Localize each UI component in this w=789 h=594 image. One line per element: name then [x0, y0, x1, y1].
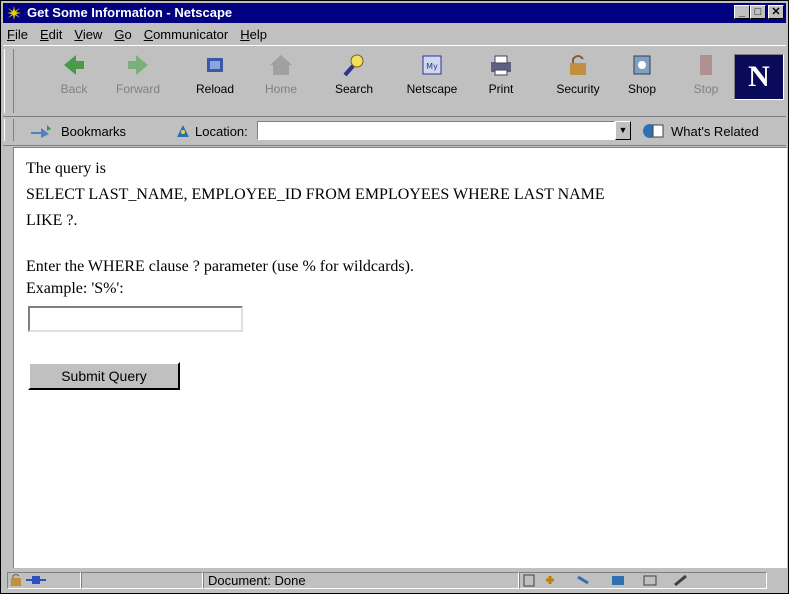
back-button[interactable]: Back [43, 50, 105, 112]
location-toolbar-grip[interactable] [4, 119, 14, 141]
toolbar-grip[interactable] [4, 49, 14, 113]
back-arrow-icon [64, 55, 84, 75]
navigation-toolbar: Back Forward Reload Home Search My Netsc… [3, 45, 786, 117]
security-button[interactable]: Security [547, 50, 609, 112]
home-button[interactable]: Home [250, 50, 312, 112]
stop-icon [700, 55, 712, 75]
menu-help[interactable]: Help [234, 25, 273, 43]
forward-arrow-icon [128, 55, 148, 75]
security-lock-icon[interactable] [8, 573, 48, 587]
window-title: Get Some Information - Netscape [27, 5, 233, 20]
shop-icon [633, 55, 651, 75]
minimize-button[interactable]: _ [734, 5, 750, 19]
forward-button[interactable]: Forward [107, 50, 169, 112]
menu-edit[interactable]: Edit [34, 25, 68, 43]
where-parameter-input[interactable] [28, 306, 243, 332]
menu-communicator[interactable]: Communicator [138, 25, 235, 43]
bookmarks-icon [31, 125, 51, 138]
page-content: The query is SELECT LAST_NAME, EMPLOYEE_… [13, 147, 787, 568]
location-toolbar: Bookmarks Location: ▼ What's Related [3, 117, 786, 146]
reload-button[interactable]: Reload [184, 50, 246, 112]
netscape-throbber-logo[interactable]: N [734, 54, 784, 100]
home-icon [270, 55, 292, 75]
status-progress-cell [81, 572, 203, 589]
status-bar: Document: Done [3, 571, 786, 591]
bookmarks-button[interactable]: Bookmarks [29, 121, 126, 141]
stop-button[interactable]: Stop [675, 50, 737, 112]
component-bar-icons[interactable] [520, 573, 760, 588]
print-button[interactable]: Print [470, 50, 532, 112]
location-input[interactable] [257, 121, 615, 140]
submit-query-button[interactable]: Submit Query [28, 362, 180, 390]
status-text: Document: Done [203, 572, 519, 589]
search-button[interactable]: Search [323, 50, 385, 112]
status-security-cell [7, 572, 81, 589]
printer-icon [491, 55, 511, 76]
where-instructions: Enter the WHERE clause ? parameter (use … [26, 258, 414, 275]
location-icon [177, 125, 189, 137]
location-label: Location: [174, 121, 248, 141]
my-netscape-icon: My [422, 55, 442, 75]
example-label: Example: 'S%': [26, 280, 124, 297]
netscape-button[interactable]: My Netscape [401, 50, 463, 112]
location-dropdown-button[interactable]: ▼ [615, 121, 631, 140]
query-sql-line1: SELECT LAST_NAME, EMPLOYEE_ID FROM EMPLO… [26, 186, 605, 203]
maximize-button[interactable]: □ [750, 5, 766, 19]
menu-file[interactable]: File [3, 25, 34, 43]
close-button[interactable]: ✕ [768, 5, 784, 19]
menu-bar: File Edit View Go Communicator Help [3, 25, 786, 43]
title-bar: Get Some Information - Netscape _ □ ✕ [3, 3, 786, 23]
search-icon [343, 54, 364, 77]
shop-button[interactable]: Shop [611, 50, 673, 112]
menu-go[interactable]: Go [108, 25, 137, 43]
padlock-icon [570, 55, 586, 75]
reload-icon [207, 58, 223, 72]
whats-related-icon [643, 124, 664, 138]
svg-text:My: My [426, 62, 438, 71]
component-bar [519, 572, 767, 589]
whats-related-button[interactable]: What's Related [641, 121, 759, 141]
query-intro: The query is [26, 160, 106, 177]
browser-window: Get Some Information - Netscape _ □ ✕ Fi… [0, 0, 789, 594]
menu-view[interactable]: View [68, 25, 108, 43]
netscape-logo-icon [6, 5, 22, 21]
query-sql-line2: LIKE ?. [26, 212, 78, 229]
